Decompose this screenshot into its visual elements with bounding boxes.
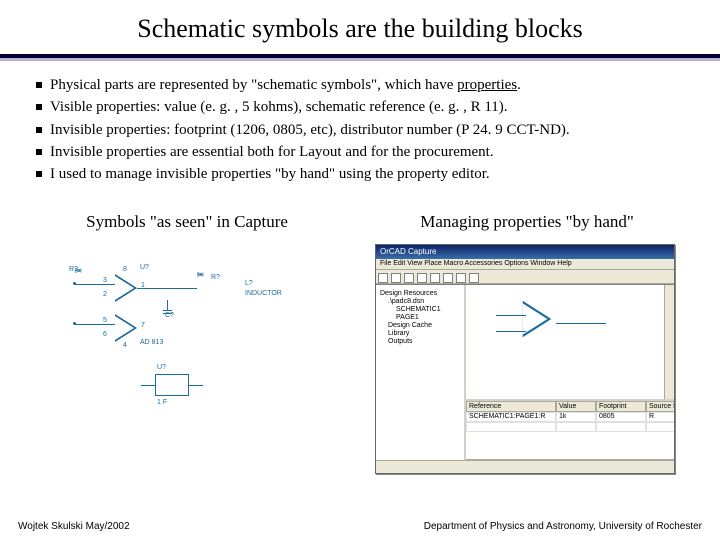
cap-plate — [163, 313, 172, 314]
tree-node[interactable]: SCHEMATIC1 — [380, 306, 460, 313]
footer-left: Wojtek Skulski May/2002 — [18, 521, 130, 532]
cell[interactable] — [596, 422, 646, 432]
pin-label: 7 — [141, 322, 145, 329]
wire — [75, 324, 115, 325]
bullet-item: Visible properties: value (e. g. , 5 koh… — [36, 97, 690, 117]
toolbar-button-icon[interactable] — [391, 273, 401, 283]
col-header[interactable]: Reference — [466, 401, 556, 412]
bullet-item: Invisible properties are essential both … — [36, 142, 690, 162]
bullet-icon — [36, 104, 42, 110]
wire — [141, 385, 155, 386]
schematic-pane[interactable]: Reference Value Footprint Source Part SC… — [466, 285, 674, 460]
toolbar-button-icon[interactable] — [404, 273, 414, 283]
ref-label: L? — [245, 280, 253, 287]
value-label: INDUCTOR — [245, 290, 282, 297]
col-header[interactable]: Footprint — [596, 401, 646, 412]
bullet-icon — [36, 171, 42, 177]
col-header[interactable]: Source Part — [646, 401, 675, 412]
cell[interactable] — [466, 422, 556, 432]
figure-captions: Symbols "as seen" in Capture Managing pr… — [0, 194, 720, 240]
window-titlebar: OrCAD Capture — [376, 245, 674, 259]
toolbar-button-icon[interactable] — [443, 273, 453, 283]
bullet-icon — [36, 127, 42, 133]
bullet-text-post: . — [517, 77, 521, 93]
caption-right: Managing properties "by hand" — [420, 212, 634, 232]
bullet-underline: properties — [457, 77, 517, 93]
pin-label: 5 — [103, 317, 107, 324]
wire — [189, 385, 203, 386]
toolbar-button-icon[interactable] — [469, 273, 479, 283]
opamp-icon — [115, 274, 137, 302]
window-toolbar — [376, 270, 674, 284]
property-editor-window: OrCAD Capture File Edit View Place Macro… — [375, 244, 675, 474]
cell[interactable]: 0805 — [596, 412, 646, 422]
bullet-item: Invisible properties: footprint (1206, 0… — [36, 120, 690, 140]
cell[interactable]: R — [646, 412, 675, 422]
tree-node[interactable]: Design Resources — [380, 290, 460, 297]
schematic-figure: 3 2 5 6 1 7 8 4 U? AD 813 /\/\/\ R? /\/\… — [45, 244, 325, 434]
bullet-text: Invisible properties are essential both … — [50, 142, 494, 162]
bullet-text: I used to manage invisible properties "b… — [50, 164, 490, 184]
resistor-icon: /\/\/\ — [195, 272, 205, 275]
bullet-item: I used to manage invisible properties "b… — [36, 164, 690, 184]
tree-node[interactable]: Library — [380, 330, 460, 337]
ref-label: R? — [211, 274, 220, 281]
bullet-icon — [36, 149, 42, 155]
bullet-item: Physical parts are represented by "schem… — [36, 75, 690, 95]
project-tree[interactable]: Design Resources .\padc8.dsn SCHEMATIC1 … — [376, 285, 466, 460]
wire — [137, 288, 197, 289]
ref-label: U? — [140, 264, 149, 271]
page-title: Schematic symbols are the building block… — [0, 0, 720, 54]
bullet-list: Physical parts are represented by "schem… — [0, 61, 720, 194]
bullet-text: Visible properties: value (e. g. , 5 koh… — [50, 97, 508, 117]
toolbar-button-icon[interactable] — [417, 273, 427, 283]
col-header[interactable]: Value — [556, 401, 596, 412]
cell[interactable]: 1k — [556, 412, 596, 422]
cell[interactable]: SCHEMATIC1:PAGE1:R — [466, 412, 556, 422]
caption-left: Symbols "as seen" in Capture — [86, 212, 288, 232]
cell[interactable] — [556, 422, 596, 432]
pin-label: 3 — [103, 277, 107, 284]
bullet-text: Invisible properties: footprint (1206, 0… — [50, 120, 570, 140]
tree-node[interactable]: PAGE1 — [380, 314, 460, 321]
tree-node[interactable]: Outputs — [380, 338, 460, 345]
toolbar-button-icon[interactable] — [430, 273, 440, 283]
opamp-icon — [523, 301, 552, 337]
pin-label: 6 — [103, 331, 107, 338]
ref-label: U? — [157, 364, 166, 371]
property-grid[interactable]: Reference Value Footprint Source Part SC… — [466, 399, 674, 459]
part-label: AD 813 — [140, 339, 163, 346]
wire — [167, 300, 168, 310]
bullet-icon — [36, 82, 42, 88]
pin-label: 4 — [123, 342, 127, 349]
opamp-icon — [115, 314, 137, 342]
tree-node[interactable]: Design Cache — [380, 322, 460, 329]
tree-node[interactable]: .\padc8.dsn — [380, 298, 460, 305]
bullet-text: Physical parts are represented by "schem… — [50, 77, 457, 93]
wire — [75, 284, 115, 285]
window-menubar: File Edit View Place Macro Accessories O… — [376, 259, 674, 270]
wire — [496, 331, 526, 332]
pin-label: 2 — [103, 291, 107, 298]
cell[interactable] — [646, 422, 675, 432]
footer-right: Department of Physics and Astronomy, Uni… — [424, 521, 702, 532]
value-label: 1 F — [157, 399, 167, 406]
cap-plate — [163, 310, 172, 311]
footer: Wojtek Skulski May/2002 Department of Ph… — [0, 521, 720, 532]
toolbar-button-icon[interactable] — [456, 273, 466, 283]
toolbar-button-icon[interactable] — [378, 273, 388, 283]
editor-body: Design Resources .\padc8.dsn SCHEMATIC1 … — [376, 284, 674, 460]
grid-row[interactable] — [466, 422, 674, 432]
wire — [556, 323, 606, 324]
ref-label: R? — [69, 266, 78, 273]
wire — [496, 315, 526, 316]
statusbar — [376, 460, 674, 473]
component-box — [155, 374, 189, 396]
grid-row[interactable]: SCHEMATIC1:PAGE1:R 1k 0805 R — [466, 412, 674, 422]
pin-label: 8 — [123, 266, 127, 273]
grid-header: Reference Value Footprint Source Part — [466, 401, 674, 412]
